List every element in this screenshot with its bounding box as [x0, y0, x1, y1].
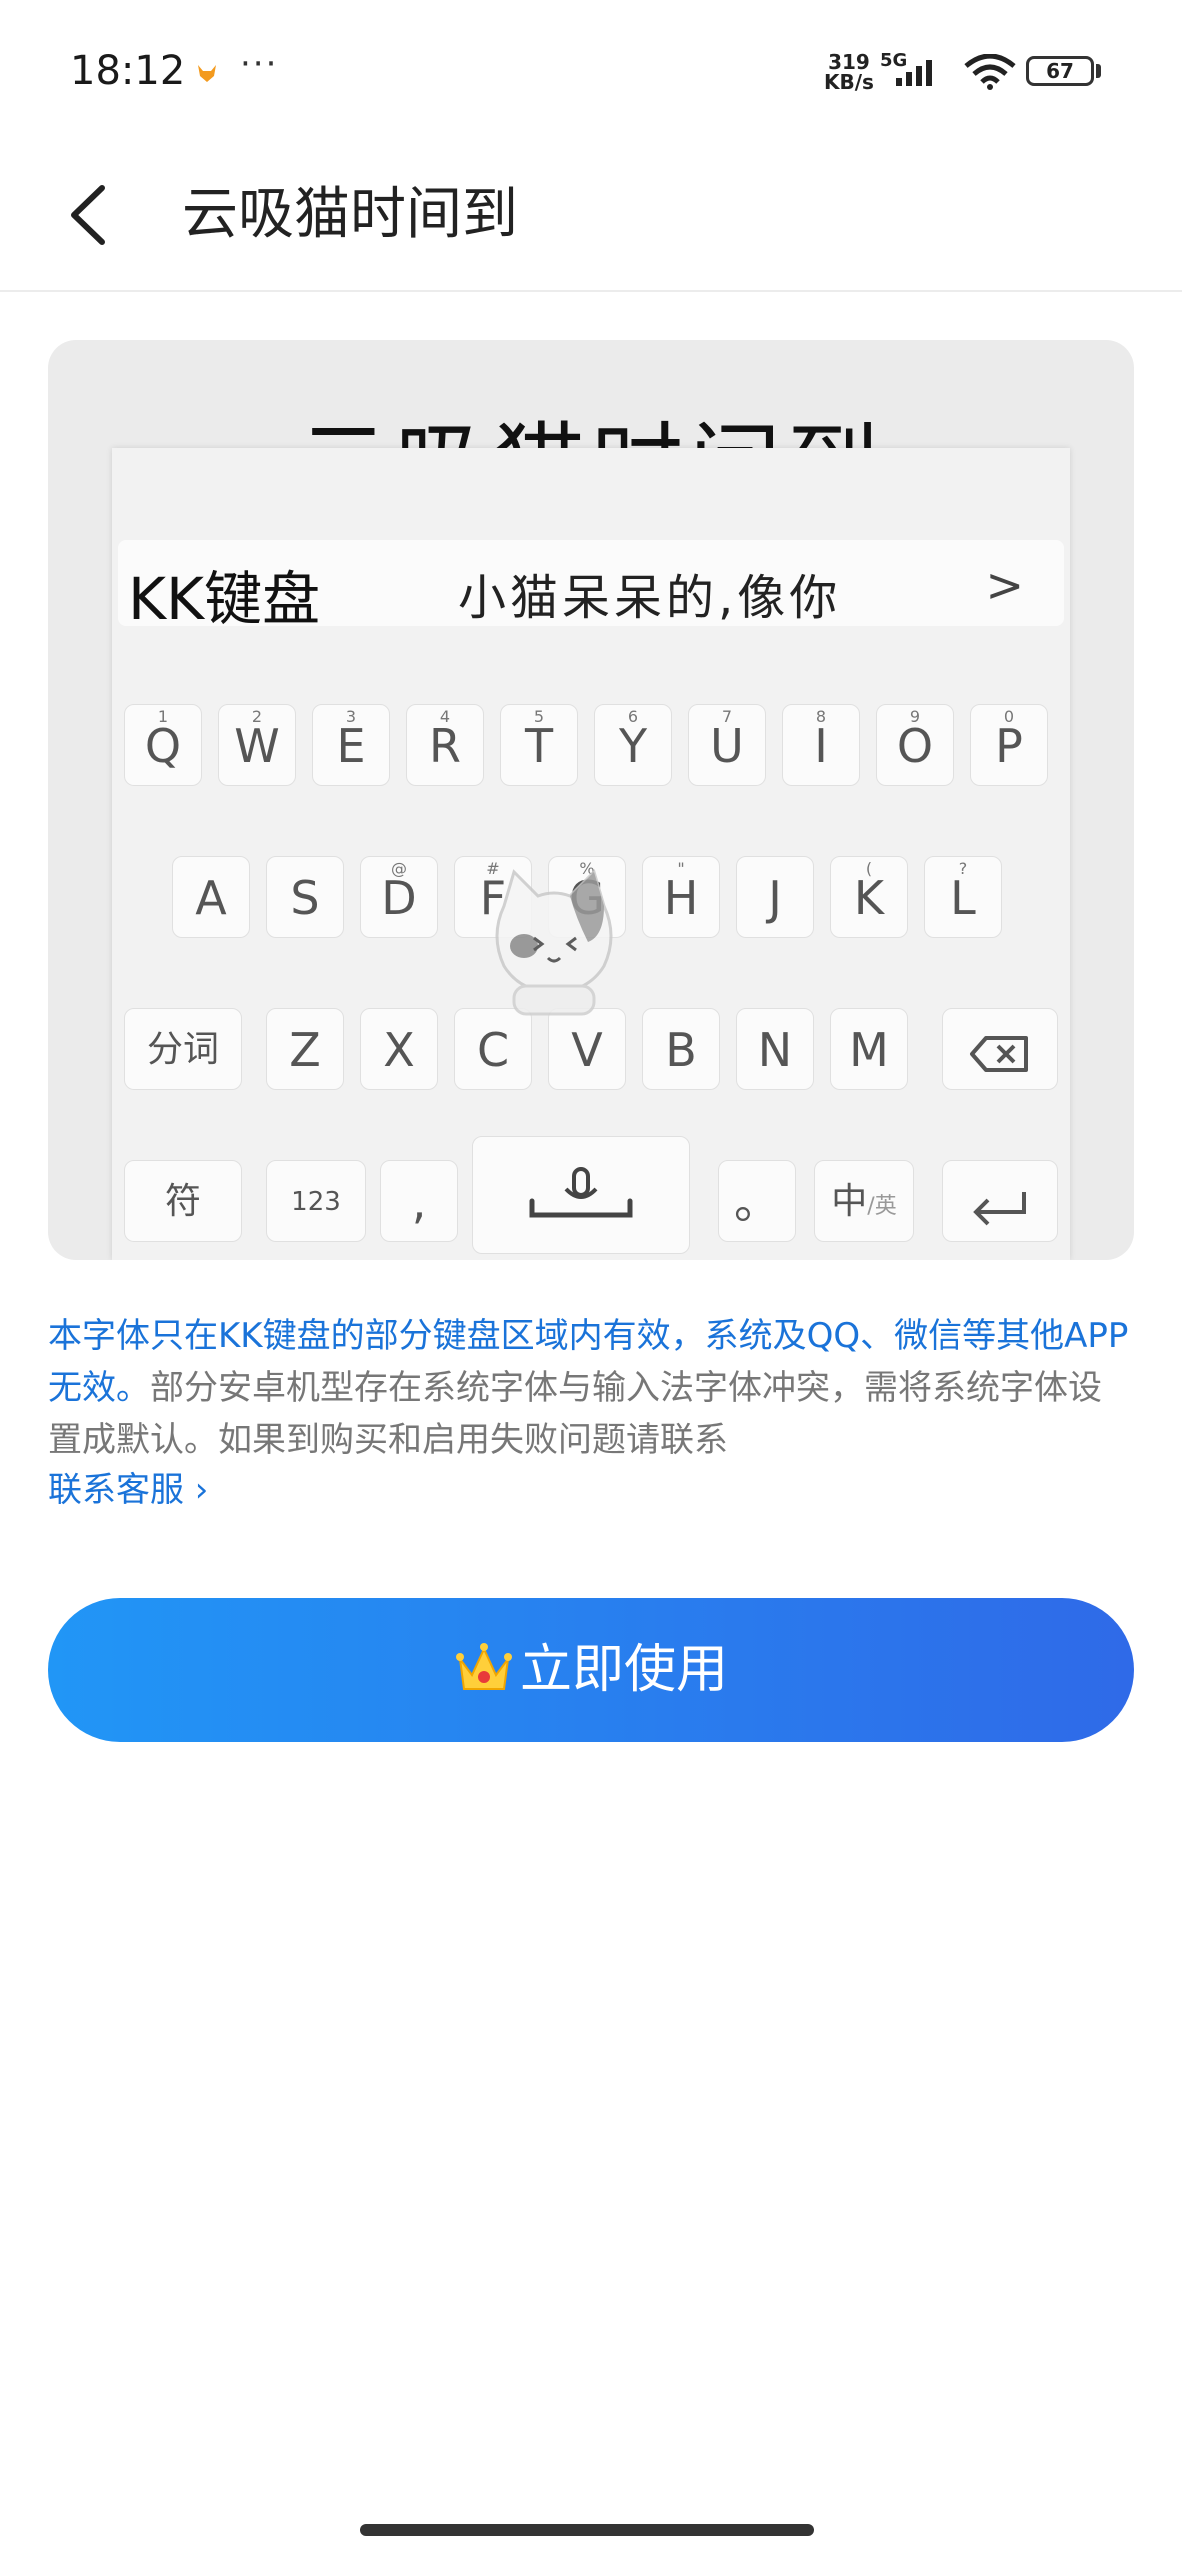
font-preview-card: 云吸猫时间到 KK键盘 小猫呆呆的,像你 > 1Q 2W 3E 4R 5T 6Y…: [48, 340, 1134, 1260]
key-s: S: [266, 856, 344, 938]
key-period: 。: [718, 1160, 796, 1242]
keyboard-brand: KK键盘: [128, 565, 321, 633]
enter-icon: [973, 1191, 1026, 1225]
key-symbols: 符: [124, 1160, 242, 1242]
lang-secondary: /英: [867, 1194, 897, 1219]
key-comma: ,: [380, 1160, 458, 1242]
candidate-bar: KK键盘 小猫呆呆的,像你 >: [118, 540, 1064, 633]
use-now-button[interactable]: 立即使用: [48, 1598, 1134, 1742]
home-indicator[interactable]: [360, 2524, 814, 2536]
key-m: M: [830, 1008, 908, 1090]
key-language-switch: 中/英: [814, 1160, 914, 1242]
key-z: Z: [266, 1008, 344, 1090]
key-e: 3E: [312, 704, 390, 786]
key-o: 9O: [876, 704, 954, 786]
page-title: 云吸猫时间到: [182, 182, 518, 247]
key-backspace: [942, 1008, 1058, 1090]
key-segment: 分词: [124, 1008, 242, 1090]
key-q: 1Q: [124, 704, 202, 786]
key-p: 0P: [970, 704, 1048, 786]
back-arrow-icon[interactable]: [60, 170, 120, 260]
key-n: N: [736, 1008, 814, 1090]
wifi-icon: [964, 54, 1016, 90]
status-bar: 18:12 ··· 319 KB/s 5G 67: [0, 0, 1182, 140]
key-y: 6Y: [594, 704, 672, 786]
keyboard-preview: KK键盘 小猫呆呆的,像你 > 1Q 2W 3E 4R 5T 6Y 7U 8I …: [112, 448, 1070, 1260]
signal-icon: [896, 60, 932, 86]
crown-icon: [455, 1643, 512, 1690]
microphone-icon: [529, 1167, 633, 1218]
key-t: 5T: [500, 704, 578, 786]
network-speed: 319 KB/s: [824, 52, 874, 92]
more-notifications-icon: ···: [240, 44, 279, 84]
backspace-icon: [970, 1035, 1028, 1072]
key-v: V: [548, 1008, 626, 1090]
lang-primary: 中: [831, 1181, 868, 1222]
key-d: @ D: [360, 856, 438, 938]
use-now-label: 立即使用: [519, 1640, 728, 1700]
key-space-voice: [472, 1136, 690, 1254]
key-w: 2W: [218, 704, 296, 786]
key-k: (K: [830, 856, 908, 938]
battery-indicator: 67: [1026, 56, 1094, 86]
network-speed-value: 319: [828, 50, 870, 74]
description-text: 部分安卓机型存在系统字体与输入法字体冲突，需将系统字体设置成默认。如果到购买和启…: [48, 1368, 1102, 1460]
key-a: A: [172, 856, 250, 938]
network-speed-unit: KB/s: [824, 70, 874, 94]
key-b: B: [642, 1008, 720, 1090]
battery-cap: [1096, 64, 1101, 78]
key-numbers: 123: [266, 1160, 366, 1242]
key-l: ? L: [924, 856, 1002, 938]
chevron-right-icon: >: [985, 558, 1024, 612]
key-u: 7U: [688, 704, 766, 786]
contact-support-link[interactable]: 联系客服 ›: [48, 1464, 208, 1516]
status-time: 18:12: [70, 48, 186, 94]
key-i: 8I: [782, 704, 860, 786]
key-c: C: [454, 1008, 532, 1090]
key-j: J: [736, 856, 814, 938]
key-h: " H: [642, 856, 720, 938]
font-description: 本字体只在KK键盘的部分键盘区域内有效，系统及QQ、微信等其他APP无效。部分安…: [48, 1310, 1134, 1466]
app-header: 云吸猫时间到: [0, 140, 1182, 292]
key-enter: [942, 1160, 1058, 1242]
key-r: 4R: [406, 704, 484, 786]
candidate-text: 小猫呆呆的,像你: [458, 570, 842, 626]
cat-mascot-icon: [495, 869, 613, 1016]
key-x: X: [360, 1008, 438, 1090]
fox-app-icon: [198, 65, 216, 82]
